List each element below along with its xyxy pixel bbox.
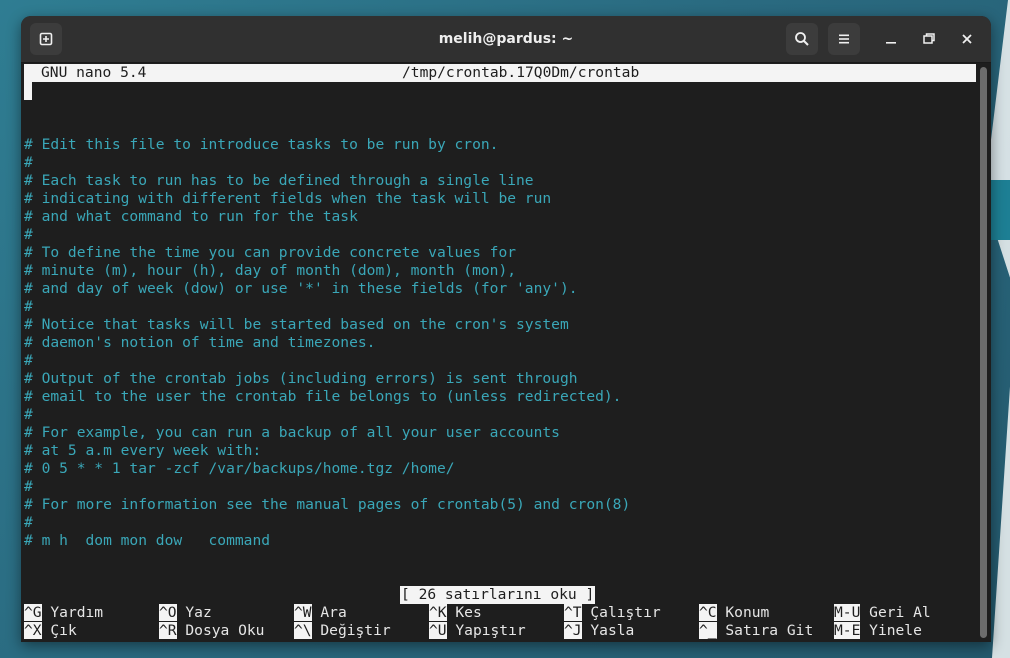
- restore-icon: [923, 33, 935, 44]
- title-bar[interactable]: melih@pardus: ~: [21, 16, 991, 63]
- buffer-line: # For more information see the manual pa…: [24, 496, 631, 513]
- shortcut-key: ^C: [699, 604, 717, 621]
- shortcut-item: M-U Geri Al: [834, 604, 931, 622]
- shortcut-key: ^W: [294, 604, 312, 621]
- shortcut-item: ^C Konum: [699, 604, 769, 622]
- shortcut-label: Çalıştır: [590, 604, 661, 621]
- buffer-line: # indicating with different fields when …: [24, 190, 552, 207]
- shortcut-item: ^X Çık: [24, 622, 77, 640]
- buffer-line: # Output of the crontab jobs (including …: [24, 370, 578, 387]
- buffer-line: # daemon's notion of time and timezones.: [24, 334, 376, 351]
- shortcut-key: ^R: [159, 622, 177, 639]
- shortcut-key: M-U: [834, 604, 861, 621]
- shortcut-item: ^R Dosya Oku: [159, 622, 264, 640]
- buffer-line: #: [24, 226, 33, 243]
- shortcut-label: Kes: [455, 604, 482, 621]
- shortcut-key: ^K: [429, 604, 447, 621]
- buffer-line: #: [24, 478, 33, 495]
- shortcut-item: ^U Yapıştır: [429, 622, 526, 640]
- new-tab-button[interactable]: [30, 23, 62, 55]
- terminal-scrollbar[interactable]: [976, 63, 991, 642]
- nano-file-path: /tmp/crontab.17Q0Dm/crontab: [402, 64, 640, 81]
- buffer-line: # To define the time you can provide con…: [24, 244, 517, 261]
- buffer-line: # Each task to run has to be defined thr…: [24, 172, 534, 189]
- buffer-line: # 0 5 * * 1 tar -zcf /var/backups/home.t…: [24, 460, 455, 477]
- search-button[interactable]: [786, 23, 818, 55]
- buffer-line: # m h dom mon dow command: [24, 532, 271, 549]
- shortcut-label: Satıra Git: [725, 622, 814, 639]
- hamburger-menu-icon: [839, 34, 849, 44]
- buffer-line: #: [24, 298, 33, 315]
- shortcut-item: ^O Yaz: [159, 604, 212, 622]
- nano-shortcut-bar: ^G Yardım ^O Yaz ^W Ara ^K Kes ^T Çalıştır ^C…: [24, 604, 976, 640]
- shortcut-key: ^X: [24, 622, 42, 639]
- buffer-line: # Notice that tasks will be started base…: [24, 316, 569, 333]
- buffer-line: # For example, you can run a backup of a…: [24, 424, 560, 441]
- shortcut-label: Yardım: [50, 604, 104, 621]
- shortcut-key: ^O: [159, 604, 177, 621]
- buffer-line: #: [24, 154, 33, 171]
- new-tab-icon: [39, 32, 53, 46]
- minimize-button[interactable]: [875, 23, 907, 55]
- buffer-line: #: [24, 352, 33, 369]
- shortcut-key: ^U: [429, 622, 447, 639]
- buffer-line: # Edit this file to introduce tasks to b…: [24, 136, 499, 153]
- shortcut-key: ^\: [294, 622, 312, 639]
- shortcut-item: ^T Çalıştır: [564, 604, 661, 622]
- buffer-line: # and day of week (dow) or use '*' in th…: [24, 280, 578, 297]
- shortcut-key: ^J: [564, 622, 582, 639]
- shortcut-label: Ara: [320, 604, 347, 621]
- nano-text-buffer[interactable]: # Edit this file to introduce tasks to b…: [24, 136, 630, 550]
- search-icon: [795, 32, 809, 46]
- shortcut-label: Yapıştır: [455, 622, 526, 639]
- shortcut-item: ^\ Değiştir: [294, 622, 391, 640]
- shortcut-label: Yinele: [869, 622, 922, 639]
- desktop-wallpaper-accent: [990, 180, 1010, 240]
- nano-version: GNU nano 5.4: [41, 64, 147, 81]
- shortcut-label: Yasla: [590, 622, 635, 639]
- buffer-line: #: [24, 514, 33, 531]
- nano-status-message: [ 26 satırlarını oku ]: [400, 586, 596, 604]
- shortcut-item: ^G Yardım: [24, 604, 103, 622]
- terminal-window: melih@pardus: ~ GNU nano 5.4 /tmp/cronta…: [21, 16, 991, 642]
- shortcut-label: Konum: [725, 604, 770, 621]
- shortcut-key: ^G: [24, 604, 42, 621]
- text-cursor: [24, 82, 32, 100]
- nano-header-bar: GNU nano 5.4 /tmp/crontab.17Q0Dm/crontab: [24, 64, 976, 82]
- buffer-line: # and what command to run for the task: [24, 208, 358, 225]
- shortcut-item: M-E Yinele: [834, 622, 922, 640]
- buffer-line: # at 5 a.m every week with:: [24, 442, 262, 459]
- shortcut-item: ^_ Satıra Git: [699, 622, 813, 640]
- shortcut-label: Değiştir: [320, 622, 391, 639]
- shortcut-label: Geri Al: [869, 604, 931, 621]
- buffer-line: # minute (m), hour (h), day of month (do…: [24, 262, 517, 279]
- shortcut-item: ^W Ara: [294, 604, 347, 622]
- shortcut-label: Çık: [50, 622, 77, 639]
- buffer-line: #: [24, 406, 33, 423]
- shortcut-key: ^T: [564, 604, 582, 621]
- shortcut-label: Dosya Oku: [185, 622, 265, 639]
- menu-button[interactable]: [828, 23, 860, 55]
- shortcut-item: ^K Kes: [429, 604, 482, 622]
- terminal-area[interactable]: GNU nano 5.4 /tmp/crontab.17Q0Dm/crontab…: [21, 63, 976, 642]
- close-button[interactable]: [951, 23, 983, 55]
- shortcut-item: ^J Yasla: [564, 622, 634, 640]
- scrollbar-thumb[interactable]: [980, 67, 987, 638]
- minimize-icon: [886, 42, 896, 44]
- close-icon: [962, 34, 972, 44]
- buffer-line: # email to the user the crontab file bel…: [24, 388, 622, 405]
- shortcut-key: ^_: [699, 622, 717, 639]
- restore-button[interactable]: [913, 23, 945, 55]
- shortcut-key: M-E: [834, 622, 861, 639]
- shortcut-label: Yaz: [185, 604, 212, 621]
